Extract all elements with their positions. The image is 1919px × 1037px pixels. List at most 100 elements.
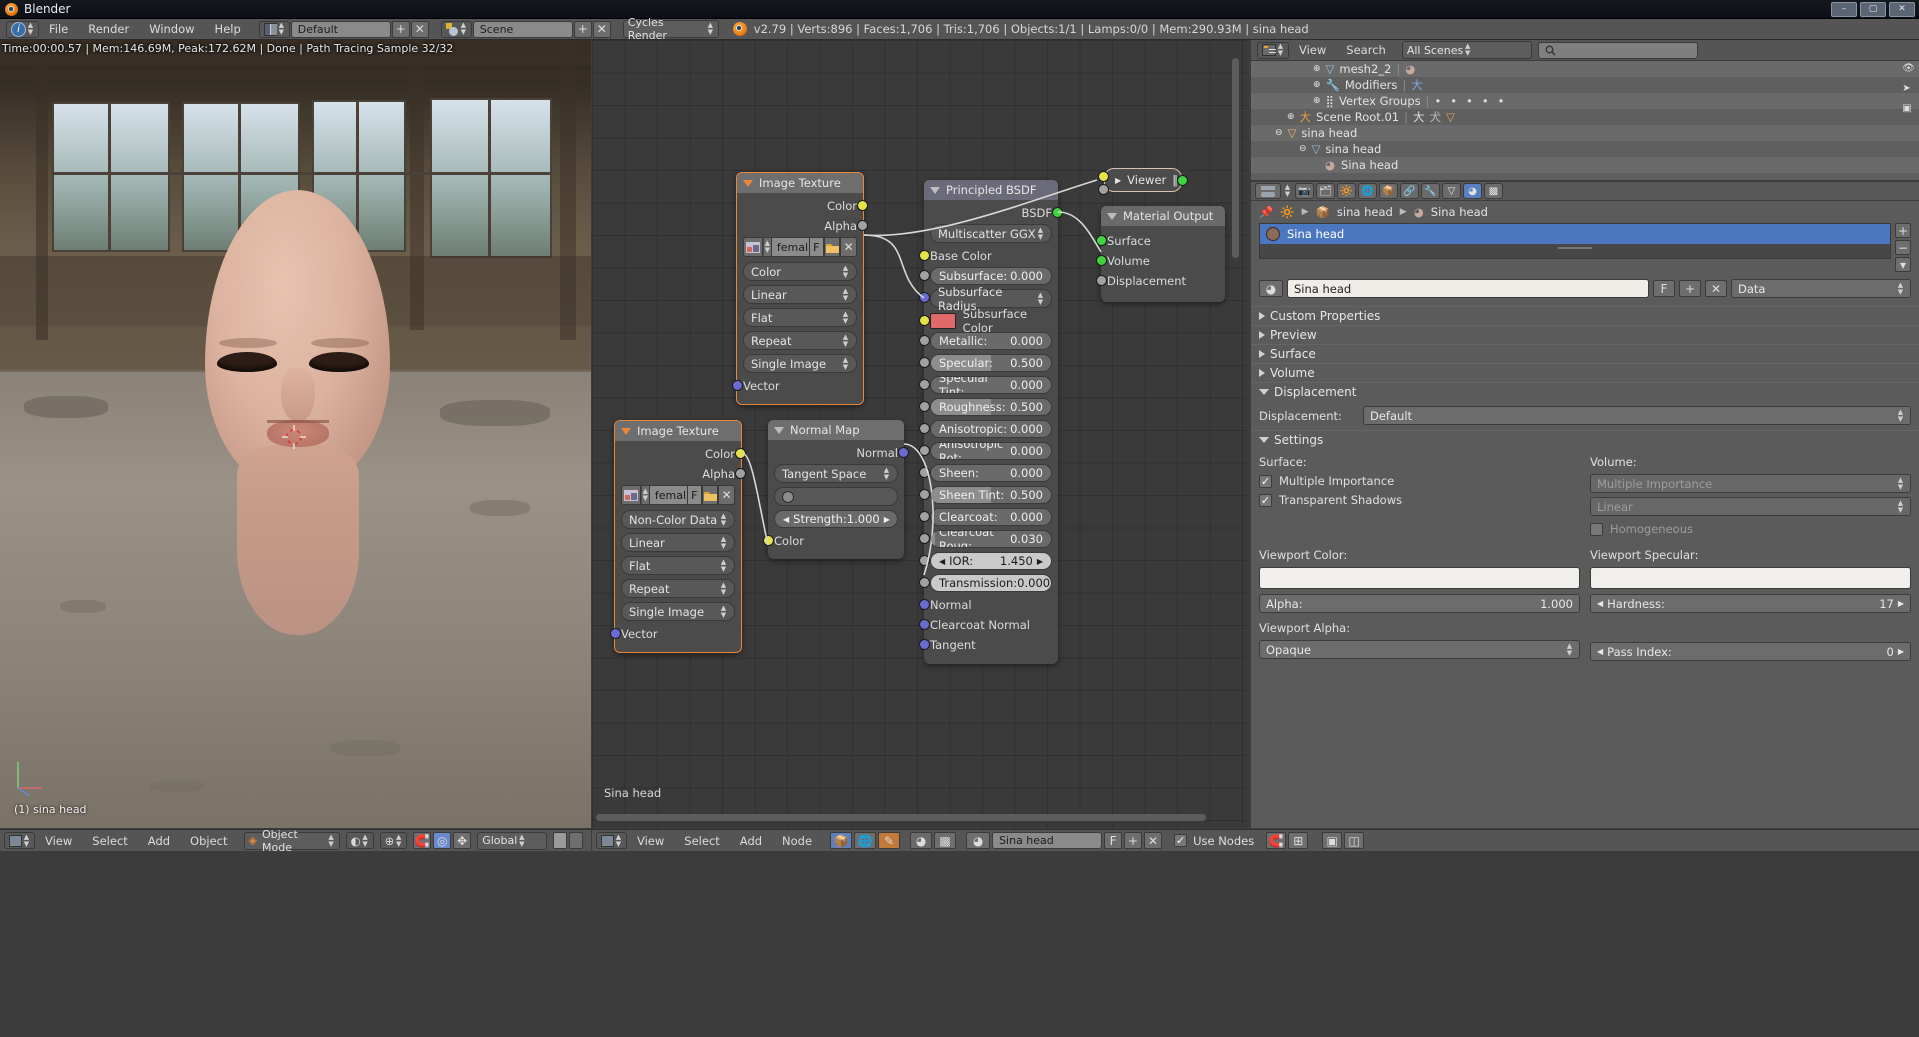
new-material-button[interactable]: + [1679,280,1701,297]
outliner-menu-view[interactable]: View [1289,40,1336,60]
input-surface[interactable]: Surface [1096,232,1219,249]
render-engine-dropdown[interactable]: Cycles Render ▲ ▼ [622,16,719,42]
select-menu[interactable]: Select [82,831,137,851]
collapse-icon[interactable]: ⊖ [1299,144,1307,154]
texture-slot-icon[interactable]: ▩ [934,832,957,849]
socket-vector-in[interactable] [732,380,743,391]
socket-clearcoat-roughness-in[interactable] [919,533,930,544]
transmission-slider[interactable]: Transmission: 0.000 [930,574,1052,592]
subsurface-slider[interactable]: Subsurface: 0.000 [930,267,1052,285]
material-datablock-row[interactable]: ◕ Sina head F + ✕ Data ▲ ▼ [1251,277,1919,300]
node-header[interactable]: Image Texture [737,173,863,193]
displacement-dropdown[interactable]: Default ▲ ▼ [1363,406,1911,425]
input-specular-tint[interactable]: Specular Tint: 0.000 [919,376,1052,394]
viewport-specular-swatch[interactable] [1590,567,1911,589]
footer-new-material-button[interactable]: + [1124,832,1143,849]
multiple-importance-checkbox-row[interactable]: ✓ Multiple Importance [1259,474,1580,488]
socket-ior-in[interactable] [919,555,930,566]
tab-world[interactable]: 🌐 [1358,183,1377,199]
mesh-icon[interactable]: ▽ [1446,110,1455,124]
material-icon[interactable]: ◕ [1405,62,1415,76]
fake-user-button[interactable]: F [809,237,824,257]
armature-icon[interactable]: 大 [1411,77,1423,93]
material-slot-area[interactable]: Sina head + − ▾ [1251,223,1919,272]
anisotropic-rotation-slider[interactable]: Anisotropic Rot: 0.000 [930,442,1052,460]
tab-render-layers[interactable]: 🗂 [1316,183,1335,199]
outliner-menu-search[interactable]: Search [1336,40,1396,60]
input-color[interactable]: Color [763,532,898,549]
slider-arrow-left[interactable]: ◀ [1597,647,1603,656]
extension-dropdown[interactable]: Repeat ▲ ▼ [621,579,735,598]
socket-transmission-in[interactable] [919,577,930,588]
camera-icon[interactable]: ▣ [1902,103,1915,114]
socket-roughness-in[interactable] [919,401,930,412]
slider-arrow-left[interactable]: ◀ [1597,599,1603,608]
footer-unlink-button[interactable]: ✕ [1144,832,1163,849]
displacement-row[interactable]: Displacement: Default ▲ ▼ [1251,401,1919,430]
input-clearcoat-normal[interactable]: Clearcoat Normal [919,616,1052,633]
slider-arrow-right[interactable]: ▶ [1898,599,1904,608]
image-icon[interactable] [621,485,641,505]
input-tangent[interactable]: Tangent [919,636,1052,653]
homogeneous-checkbox-row[interactable]: ✓ Homogeneous [1590,522,1911,536]
use-nodes-toggle[interactable]: ✓ Use Nodes [1174,834,1254,848]
outliner-editor[interactable]: ▲ ▼ View Search All Scenes ▲ ▼ ⊕ ▽ mesh2_2… [1251,40,1919,180]
socket-specular-tint-in[interactable] [919,379,930,390]
socket-alpha-out[interactable] [735,468,746,479]
material-slot-icon[interactable]: ◕ [910,832,933,849]
remove-slot-button[interactable]: − [1895,240,1911,255]
linestyle-shader-icon[interactable]: ✎ [878,832,901,849]
menu-render[interactable]: Render [78,19,139,39]
input-transmission[interactable]: Transmission: 0.000 [919,574,1052,592]
tab-modifiers[interactable]: 🔧 [1421,183,1440,199]
tab-material[interactable]: ◕ [1463,183,1482,199]
collapse-triangle-icon[interactable] [743,179,753,187]
input-clearcoat[interactable]: Clearcoat: 0.000 [919,508,1052,526]
snap-magnet-icon[interactable]: 🧲 [413,832,432,849]
interaction-mode-dropdown[interactable]: ◈ Object Mode ▲ ▼ [243,828,340,854]
eye-icon[interactable]: 👁 [1902,63,1915,74]
tab-object[interactable]: 📦 [1379,183,1398,199]
layer-group[interactable] [553,832,584,849]
properties-editor[interactable]: ▲ ▼ 📷 🗂 🔆 🌐 📦 🔗 🔧 ▽ ◕ ▩ 📌 🔆 ▶ 📦 sina head… [1251,182,1919,828]
hardness-slider[interactable]: ◀ Hardness: 17 ▶ [1590,594,1911,613]
tab-render[interactable]: 📷 [1295,183,1314,199]
node-normal-map[interactable]: Normal Map Normal Tangent Space ▲ ▼ ◀ Str… [763,420,909,559]
expand-icon[interactable]: ⊕ [1287,112,1295,122]
collapse-triangle-icon[interactable] [1107,212,1117,220]
screen-layout-icon-button[interactable]: ▲ ▼ [258,20,290,38]
chevron-updown-icon[interactable]: ▲ ▼ [1284,184,1293,199]
input-sheen-tint[interactable]: Sheen Tint: 0.500 [919,486,1052,504]
node-principled-bsdf[interactable]: Principled BSDF BSDF Multiscatter GGX ▲ ▼… [919,180,1063,664]
delete-screen-button[interactable]: ✕ [410,20,429,38]
transform-orientation-dropdown[interactable]: Global ▲ ▼ [477,831,548,850]
window-controls[interactable]: – ▢ ✕ [1831,2,1915,17]
input-base-color[interactable]: Base Color [919,247,1052,264]
input-roughness[interactable]: Roughness: 0.500 [919,398,1052,416]
node-vertical-scrollbar[interactable] [1232,58,1239,258]
material-link-dropdown[interactable]: Data ▲ ▼ [1731,279,1911,298]
socket-specular-in[interactable] [919,357,930,368]
menu-window[interactable]: Window [139,19,204,39]
socket-volume-in[interactable] [1096,255,1107,266]
sheen-slider[interactable]: Sheen: 0.000 [930,464,1052,482]
outliner-row-vertex-groups[interactable]: ⊕ ⣿ Vertex Groups | ••••• [1251,93,1919,109]
screen-layout-group[interactable]: ▲ ▼ Default + ✕ [258,20,429,38]
input-subsurface[interactable]: Subsurface: 0.000 [919,267,1052,285]
alpha-slider[interactable]: Alpha: 1.000 [1259,594,1580,613]
breadcrumb-object[interactable]: sina head [1337,205,1393,219]
slot-group[interactable]: ◕ ▩ [910,832,957,849]
unlink-material-button[interactable]: ✕ [1705,280,1727,297]
projection-dropdown[interactable]: Flat ▲ ▼ [621,556,735,575]
material-name-field[interactable]: Sina head [1287,279,1649,298]
node-select-menu[interactable]: Select [674,831,729,851]
socket-displacement-in[interactable] [1096,275,1107,286]
material-slot-selected[interactable]: Sina head [1260,224,1890,244]
add-screen-button[interactable]: + [391,20,410,38]
unlink-image-button[interactable]: ✕ [718,485,735,505]
volume-sampling-dropdown[interactable]: Multiple Importance ▲ ▼ [1590,474,1911,493]
volume-interpolation-dropdown[interactable]: Linear ▲ ▼ [1590,497,1911,516]
uv-map-field[interactable] [774,487,898,506]
view-menu[interactable]: View [35,831,82,851]
projection-dropdown[interactable]: Flat ▲ ▼ [743,308,857,327]
